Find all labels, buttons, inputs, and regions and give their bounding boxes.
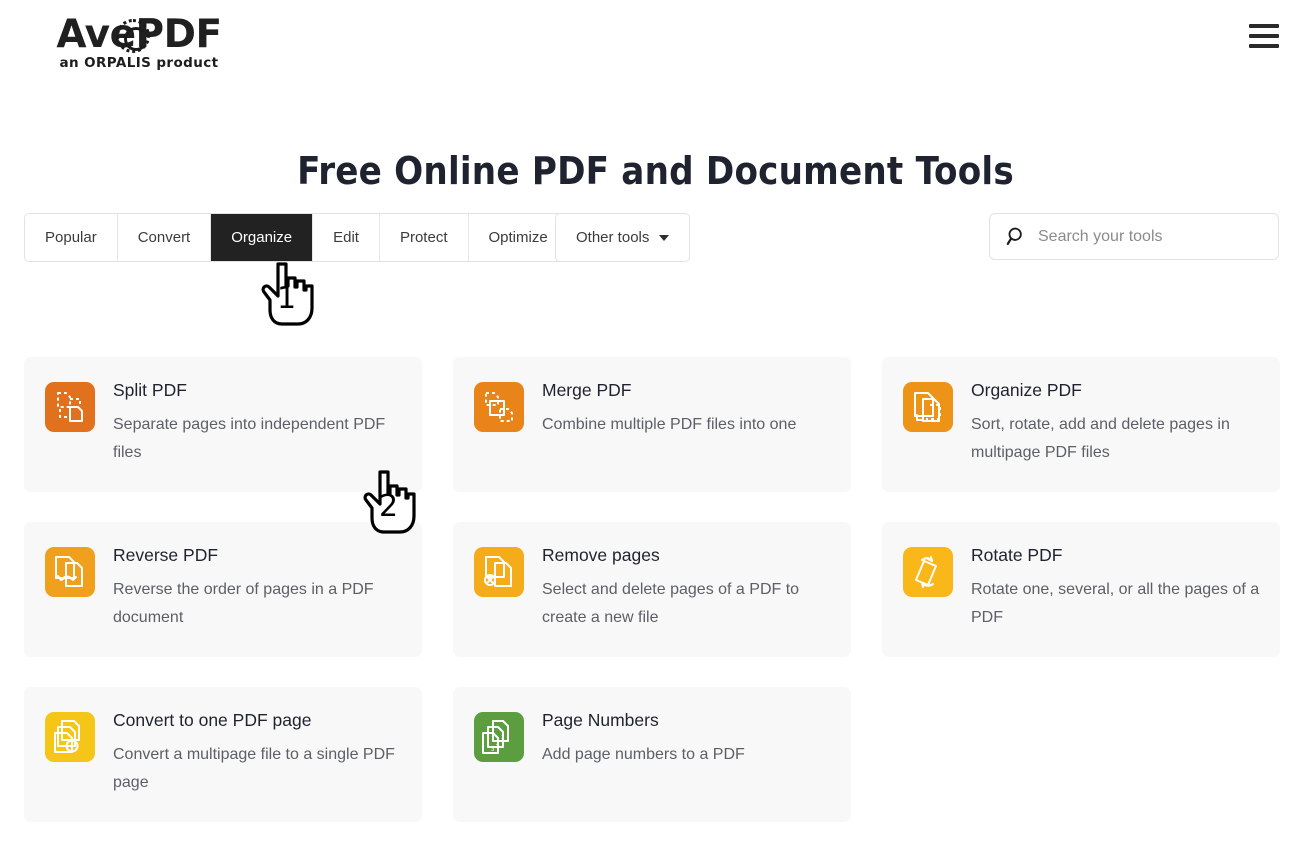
tool-card-title: Page Numbers xyxy=(542,710,659,730)
tool-card-remove-pages[interactable]: Remove pages Select and delete pages of a… xyxy=(453,522,851,657)
cursor-step-number: 1 xyxy=(277,281,297,316)
organize-pdf-icon xyxy=(903,382,953,432)
chevron-down-icon xyxy=(659,234,670,241)
tool-card-text: Merge PDF Combine multiple PDF files into… xyxy=(542,379,796,439)
tool-card-merge-pdf[interactable]: Merge PDF Combine multiple PDF files into… xyxy=(453,357,851,492)
tool-card-split-pdf[interactable]: Split PDF Separate pages into independent… xyxy=(24,357,422,492)
tool-card-text: Organize PDF Sort, rotate, add and delete… xyxy=(971,379,1260,467)
logo-text-av: Av xyxy=(56,12,110,57)
remove-pages-icon xyxy=(474,547,524,597)
page-numbers-icon: 1 2 3 xyxy=(474,712,524,762)
tool-card-title: Merge PDF xyxy=(542,380,632,400)
tool-card-text: Split PDF Separate pages into independent… xyxy=(113,379,402,467)
category-tabs: Popular Convert Organize Edit Protect Optimiz… xyxy=(24,213,569,262)
tool-card-rotate-pdf[interactable]: Rotate PDF Rotate one, several, or all th… xyxy=(882,522,1280,657)
page-root: AvePDF an ORPALIS product Free Online PD… xyxy=(0,0,1311,860)
tool-card-description: Rotate one, several, or all the pages of… xyxy=(971,581,1260,626)
hamburger-bar xyxy=(1249,24,1279,28)
hamburger-bar xyxy=(1249,44,1279,48)
tool-card-title: Split PDF xyxy=(113,380,187,400)
tool-card-description: Select and delete pages of a PDF to crea… xyxy=(542,581,800,626)
logo-wordmark: AvePDF xyxy=(56,12,223,57)
tool-card-text: Reverse PDF Reverse the order of pages in… xyxy=(113,544,402,632)
tool-card-text: Rotate PDF Rotate one, several, or all th… xyxy=(971,544,1260,632)
tab-organize[interactable]: Organize xyxy=(211,214,314,261)
tool-card-title: Convert to one PDF page xyxy=(113,710,312,730)
tool-card-title: Reverse PDF xyxy=(113,545,219,565)
tool-card-description: Add page numbers to a PDF xyxy=(542,746,745,763)
page-title: Free Online PDF and Document Tools xyxy=(297,149,1014,194)
split-pdf-icon xyxy=(45,382,95,432)
rotate-pdf-icon xyxy=(903,547,953,597)
tab-edit[interactable]: Edit xyxy=(313,214,380,261)
tool-card-text: Convert to one PDF page Convert a multipa… xyxy=(113,709,402,797)
tab-convert[interactable]: Convert xyxy=(117,214,212,261)
tool-card-description: Separate pages into independent PDF file… xyxy=(113,416,386,461)
hamburger-bar xyxy=(1249,34,1279,38)
tool-card-text: Page Numbers Add page numbers to a PDF xyxy=(542,709,745,769)
tool-card-title: Remove pages xyxy=(542,545,660,565)
avepdf-logo[interactable]: AvePDF an ORPALIS product xyxy=(24,14,254,76)
tab-popular[interactable]: Popular xyxy=(25,214,118,261)
tool-card-reverse-pdf[interactable]: Reverse PDF Reverse the order of pages in… xyxy=(24,522,422,657)
tool-card-organize-pdf[interactable]: Organize PDF Sort, rotate, add and delete… xyxy=(882,357,1280,492)
logo-text-pdf: PDF xyxy=(135,12,223,57)
tab-optimize[interactable]: Optimize xyxy=(468,214,568,261)
search-tools-box[interactable]: Search your tools xyxy=(989,213,1279,260)
logo-tagline: an ORPALIS product xyxy=(59,55,219,71)
tool-card-description: Sort, rotate, add and delete pages in mu… xyxy=(971,416,1230,461)
search-input[interactable]: Search your tools xyxy=(1038,228,1163,246)
tool-card-convert-to-one-pdf-page[interactable]: Convert to one PDF page Convert a multipa… xyxy=(24,687,422,822)
tool-card-page-numbers[interactable]: 1 2 3 Page Numbers Add page numbers to a P… xyxy=(453,687,851,822)
tool-card-description: Combine multiple PDF files into one xyxy=(542,416,797,433)
pointer-cursor-step-1: 1 xyxy=(258,256,318,328)
hamburger-menu-icon[interactable] xyxy=(1249,24,1279,48)
tool-card-description: Convert a multipage file to a single PDF… xyxy=(113,746,395,791)
tool-card-title: Organize PDF xyxy=(971,380,1082,400)
tool-card-text: Remove pages Select and delete pages of a… xyxy=(542,544,831,632)
site-header: AvePDF an ORPALIS product xyxy=(0,0,1311,88)
convert-to-one-page-icon xyxy=(45,712,95,762)
reverse-pdf-icon xyxy=(45,547,95,597)
merge-pdf-icon xyxy=(474,382,524,432)
tool-card-description: Reverse the order of pages in a PDF docu… xyxy=(113,581,374,626)
other-tools-label: Other tools xyxy=(576,229,650,246)
logo-text-e: e xyxy=(109,12,136,57)
tool-card-title: Rotate PDF xyxy=(971,545,1063,565)
tab-protect[interactable]: Protect xyxy=(379,214,469,261)
search-icon xyxy=(1006,226,1028,248)
other-tools-button[interactable]: Other tools xyxy=(555,213,691,262)
tools-grid: Split PDF Separate pages into independent… xyxy=(24,357,1280,822)
